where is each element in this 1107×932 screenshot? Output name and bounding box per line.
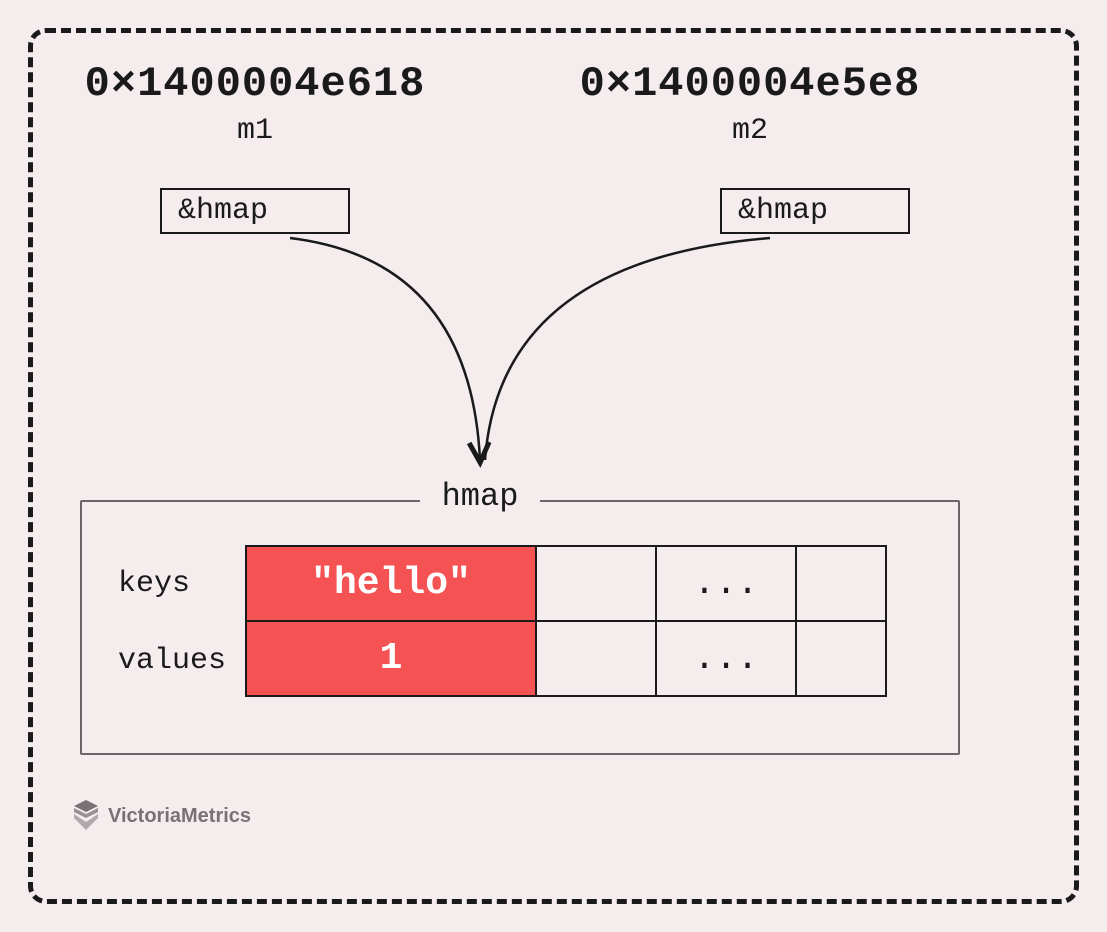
hmap-ref-m1: &hmap (160, 188, 350, 234)
value-cell-ellipsis: ... (656, 621, 796, 696)
key-cell-empty (536, 546, 656, 621)
varname-m2: m2 (555, 114, 945, 148)
keys-label: keys (118, 567, 190, 601)
branding-text: VictoriaMetrics (108, 805, 251, 828)
address-m2: 0×1400004e5e8 (555, 60, 945, 108)
pointer-m2: 0×1400004e5e8 m2 (555, 60, 945, 148)
values-label: values (118, 644, 226, 678)
varname-m1: m1 (60, 114, 450, 148)
key-cell-ellipsis: ... (656, 546, 796, 621)
diagram-container (28, 28, 1079, 904)
pointer-m1: 0×1400004e618 m1 (60, 60, 450, 148)
table-row: "hello" ... (246, 546, 886, 621)
victoriametrics-icon (70, 800, 102, 832)
value-cell-trailing (796, 621, 886, 696)
hmap-title: hmap (420, 478, 540, 515)
value-cell-empty (536, 621, 656, 696)
table-row: 1 ... (246, 621, 886, 696)
branding-logo: VictoriaMetrics (70, 800, 251, 832)
key-cell-hello: "hello" (246, 546, 536, 621)
address-m1: 0×1400004e618 (60, 60, 450, 108)
key-cell-trailing (796, 546, 886, 621)
value-cell-1: 1 (246, 621, 536, 696)
hmap-table: "hello" ... 1 ... (245, 545, 887, 697)
hmap-ref-m2: &hmap (720, 188, 910, 234)
